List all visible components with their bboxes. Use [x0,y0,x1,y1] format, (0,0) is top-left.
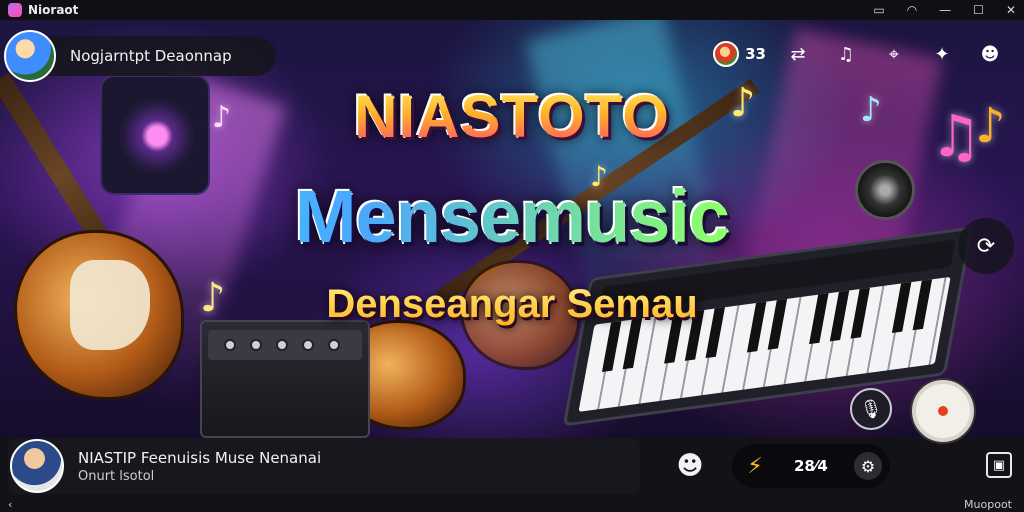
wifi-icon[interactable]: ◠ [907,0,917,20]
mascot-icon[interactable]: ☻ [672,450,708,482]
now-playing-title: NIASTIP Feenuisis Muse Nenanai [78,448,322,467]
banner-subtitle: Mensemusic [0,174,1024,259]
app-title: Nioraot [28,3,79,17]
viewer-avatar [713,41,740,67]
music-note-icon[interactable]: ♫ [830,38,862,70]
boost-pill[interactable]: ⚡ 28⁄4 ⚙ [732,444,890,488]
bolt-icon: ⚡ [747,453,763,479]
channel-pill[interactable]: Nogjarntpt Deaonnap [4,30,276,82]
gift-icon[interactable]: ✦ [926,38,958,70]
amplifier-image [200,320,370,438]
now-playing-avatar[interactable] [10,439,64,493]
banner-title: NIASTOTO [0,82,1024,151]
banner-stage: ♪ ♪ ♪ ♪ ♫ ♪ ♪ NIASTOTO Mensemusic Densea… [0,20,1024,438]
profile-icon[interactable]: ☻ [974,38,1006,70]
shuffle-icon[interactable]: ⇄ [782,38,814,70]
channel-name: Nogjarntpt Deaonnap [70,47,232,65]
back-icon[interactable]: ‹ [8,498,12,511]
now-playing-bar: NIASTIP Feenuisis Muse Nenanai Onurt lso… [0,438,1024,498]
maximize-icon[interactable]: ☐ [973,0,984,20]
refresh-button[interactable]: ⟳ [958,218,1014,274]
record-button[interactable] [912,380,974,442]
viewer-count: 33 [745,45,766,63]
settings-icon[interactable]: ⚙ [854,452,882,480]
save-button[interactable]: ▣ [986,452,1012,478]
window-controls: ▭ ◠ — ☐ ✕ [873,0,1016,20]
now-playing-pill[interactable]: NIASTIP Feenuisis Muse Nenanai Onurt lso… [8,438,640,494]
footer-label: Muopoot [964,498,1012,511]
app-logo-icon [8,3,22,17]
now-playing-text: NIASTIP Feenuisis Muse Nenanai Onurt lso… [78,449,321,484]
pin-icon[interactable]: ⌖ [878,38,910,70]
footer-strip: ‹ Muopoot [0,498,1024,512]
screen-icon[interactable]: ▭ [873,0,884,20]
now-playing-subtitle: Onurt lsotol [78,468,155,484]
close-icon[interactable]: ✕ [1006,0,1016,20]
banner-tagline: Denseangar Semau [0,282,1024,327]
record-dot-icon [938,406,948,416]
top-action-bar: 33 ⇄ ♫ ⌖ ✦ ☻ [713,38,1006,70]
minimize-icon[interactable]: — [939,0,951,20]
channel-avatar[interactable] [4,30,56,82]
window-title-bar: Nioraot ▭ ◠ — ☐ ✕ [0,0,1024,20]
viewer-count-badge[interactable]: 33 [713,41,766,67]
microphone-button[interactable]: 🎙 [850,388,892,430]
boost-value: 28⁄4 [794,457,828,475]
